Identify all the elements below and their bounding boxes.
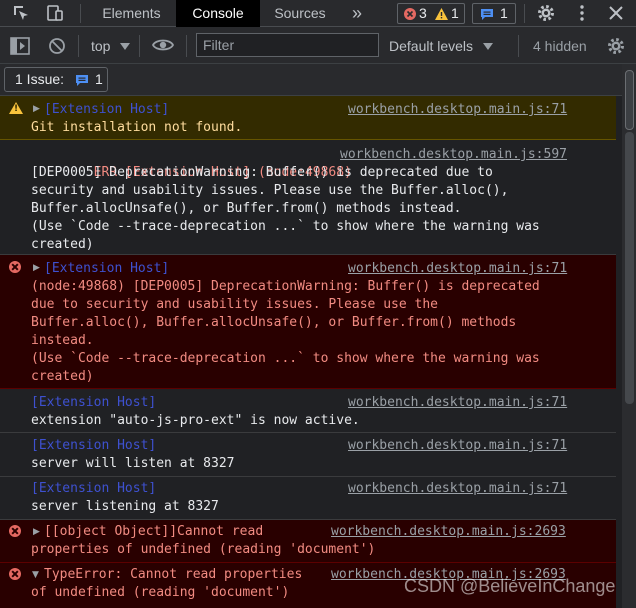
- source-link[interactable]: workbench.desktop.main.js:71: [348, 101, 567, 119]
- error-icon: [9, 525, 21, 537]
- source-link[interactable]: workbench.desktop.main.js:2693: [331, 523, 566, 541]
- log-message-line: security and usability issues. Please us…: [31, 183, 509, 198]
- tab-elements[interactable]: Elements: [88, 0, 175, 27]
- log-message-line: server will listen at 8327: [31, 456, 235, 471]
- source-link[interactable]: workbench.desktop.main.js:71: [348, 260, 567, 278]
- log-entry-error[interactable]: ▶ [[object Object]]Cannot read workbench…: [0, 520, 616, 563]
- log-tag: [Extension Host]: [31, 438, 157, 453]
- more-tabs-button[interactable]: »: [344, 0, 370, 27]
- error-icon: [404, 8, 416, 20]
- log-message-line: server listening at 8327: [31, 499, 219, 514]
- log-entry-error[interactable]: ▶ [Extension Host] workbench.desktop.mai…: [0, 255, 616, 389]
- log-message-line: extension "auto-js-pro-ext" is now activ…: [31, 413, 360, 428]
- log-message-line: created): [31, 369, 94, 384]
- log-message-line: created): [31, 237, 94, 252]
- log-message-line: Buffer.allocUnsafe(), or Buffer.from() m…: [31, 201, 462, 216]
- log-entry-warning[interactable]: ! ▶ [Extension Host] workbench.desktop.m…: [0, 96, 616, 140]
- expand-caret-icon[interactable]: ▶: [33, 527, 40, 537]
- log-tag: [Extension Host]: [31, 395, 157, 410]
- log-message-line: (node:49868) [DEP0005] DeprecationWarnin…: [31, 279, 540, 294]
- log-levels-dropdown[interactable]: Default levels: [389, 36, 473, 56]
- toolbar-divider: [524, 4, 525, 23]
- toolbar-divider: [139, 35, 140, 57]
- console-toolbar: top Default levels 4 hidden: [0, 27, 636, 64]
- warning-icon: !: [9, 102, 23, 114]
- expand-caret-icon[interactable]: ▶: [33, 104, 40, 114]
- source-link[interactable]: workbench.desktop.main.js:597: [340, 146, 567, 164]
- message-icon: [76, 75, 88, 86]
- inspect-element-icon[interactable]: [11, 3, 31, 23]
- settings-gear-icon[interactable]: [536, 3, 556, 23]
- scrollbar-thumb[interactable]: [625, 70, 634, 130]
- log-entry-info[interactable]: [Extension Host] workbench.desktop.main.…: [0, 433, 616, 477]
- error-icon: [9, 568, 21, 580]
- live-expression-eye-icon[interactable]: [152, 37, 174, 53]
- sidebar-toggle-icon[interactable]: [10, 37, 30, 55]
- log-message-line: properties of undefined (reading 'docume…: [31, 542, 376, 557]
- device-toolbar-icon[interactable]: [45, 3, 65, 23]
- log-message-line: due to security and usability issues. Pl…: [31, 297, 438, 312]
- warning-count: 1: [451, 5, 459, 21]
- hidden-messages-count: 4 hidden: [533, 38, 587, 54]
- log-message-line: Buffer.alloc(), Buffer.allocUnsafe(), or…: [31, 315, 517, 330]
- chevron-down-icon: [120, 43, 130, 50]
- error-count: 3: [419, 5, 427, 21]
- message-icon: [481, 9, 493, 20]
- issues-label: 1 Issue:: [15, 71, 65, 87]
- log-message-line: (Use `Code --trace-deprecation ...` to s…: [31, 351, 540, 366]
- log-entry-info[interactable]: [Extension Host] workbench.desktop.main.…: [0, 389, 616, 433]
- messages-counter[interactable]: 1: [472, 3, 516, 24]
- log-message-line: (Use `Code --trace-deprecation ...` to s…: [31, 219, 540, 234]
- log-message-line: [[object Object]]Cannot read: [44, 524, 264, 539]
- log-message-line: instead.: [31, 333, 94, 348]
- context-selector[interactable]: top: [91, 36, 110, 56]
- log-entry-info[interactable]: [Extension Host] workbench.desktop.main.…: [0, 477, 616, 520]
- collapse-caret-icon[interactable]: ▼: [32, 570, 39, 580]
- log-message-line: [DEP0005] DeprecationWarning: Buffer() i…: [31, 165, 493, 180]
- toolbar-divider: [78, 35, 79, 57]
- watermark: CSDN @BelieveInChange: [404, 576, 616, 596]
- toolbar-divider: [80, 4, 81, 23]
- issues-count: 1: [95, 71, 103, 87]
- message-count: 1: [500, 5, 508, 21]
- toolbar-divider: [518, 35, 519, 57]
- issues-button[interactable]: 1 Issue: 1: [4, 67, 108, 92]
- error-icon: [9, 261, 21, 273]
- devtools-tab-bar: Elements Console Sources » 3 1 1: [0, 0, 636, 27]
- tab-console[interactable]: Console: [176, 0, 260, 27]
- log-tag: [Extension Host]: [44, 102, 170, 117]
- log-tag: [Extension Host]: [44, 261, 170, 276]
- tab-sources[interactable]: Sources: [262, 0, 338, 27]
- toolbar-divider: [186, 35, 187, 57]
- close-devtools-icon[interactable]: [606, 3, 626, 23]
- issues-bar: 1 Issue: 1: [0, 64, 636, 96]
- scrollbar-track-highlight: [625, 132, 634, 404]
- source-link[interactable]: workbench.desktop.main.js:71: [348, 437, 567, 455]
- warning-icon: [435, 8, 448, 20]
- log-message-line: TypeError: Cannot read properties: [44, 567, 303, 582]
- log-message-line: of undefined (reading 'document'): [31, 585, 290, 600]
- filter-input[interactable]: [196, 33, 379, 57]
- more-options-icon[interactable]: [572, 3, 592, 23]
- clear-console-icon[interactable]: [48, 37, 66, 55]
- log-tag: [Extension Host]: [31, 481, 157, 496]
- source-link[interactable]: workbench.desktop.main.js:71: [348, 394, 567, 412]
- console-log: ! ▶ [Extension Host] workbench.desktop.m…: [0, 96, 616, 608]
- log-entry-info[interactable]: ERR [Extension Host] (node:49868) workbe…: [0, 140, 616, 255]
- console-settings-gear-icon[interactable]: [606, 36, 626, 56]
- error-warning-counter[interactable]: 3 1: [397, 3, 465, 24]
- chevron-down-icon: [483, 43, 493, 50]
- expand-caret-icon[interactable]: ▶: [33, 263, 40, 273]
- log-message-line: Git installation not found.: [31, 120, 243, 135]
- source-link[interactable]: workbench.desktop.main.js:71: [348, 480, 567, 498]
